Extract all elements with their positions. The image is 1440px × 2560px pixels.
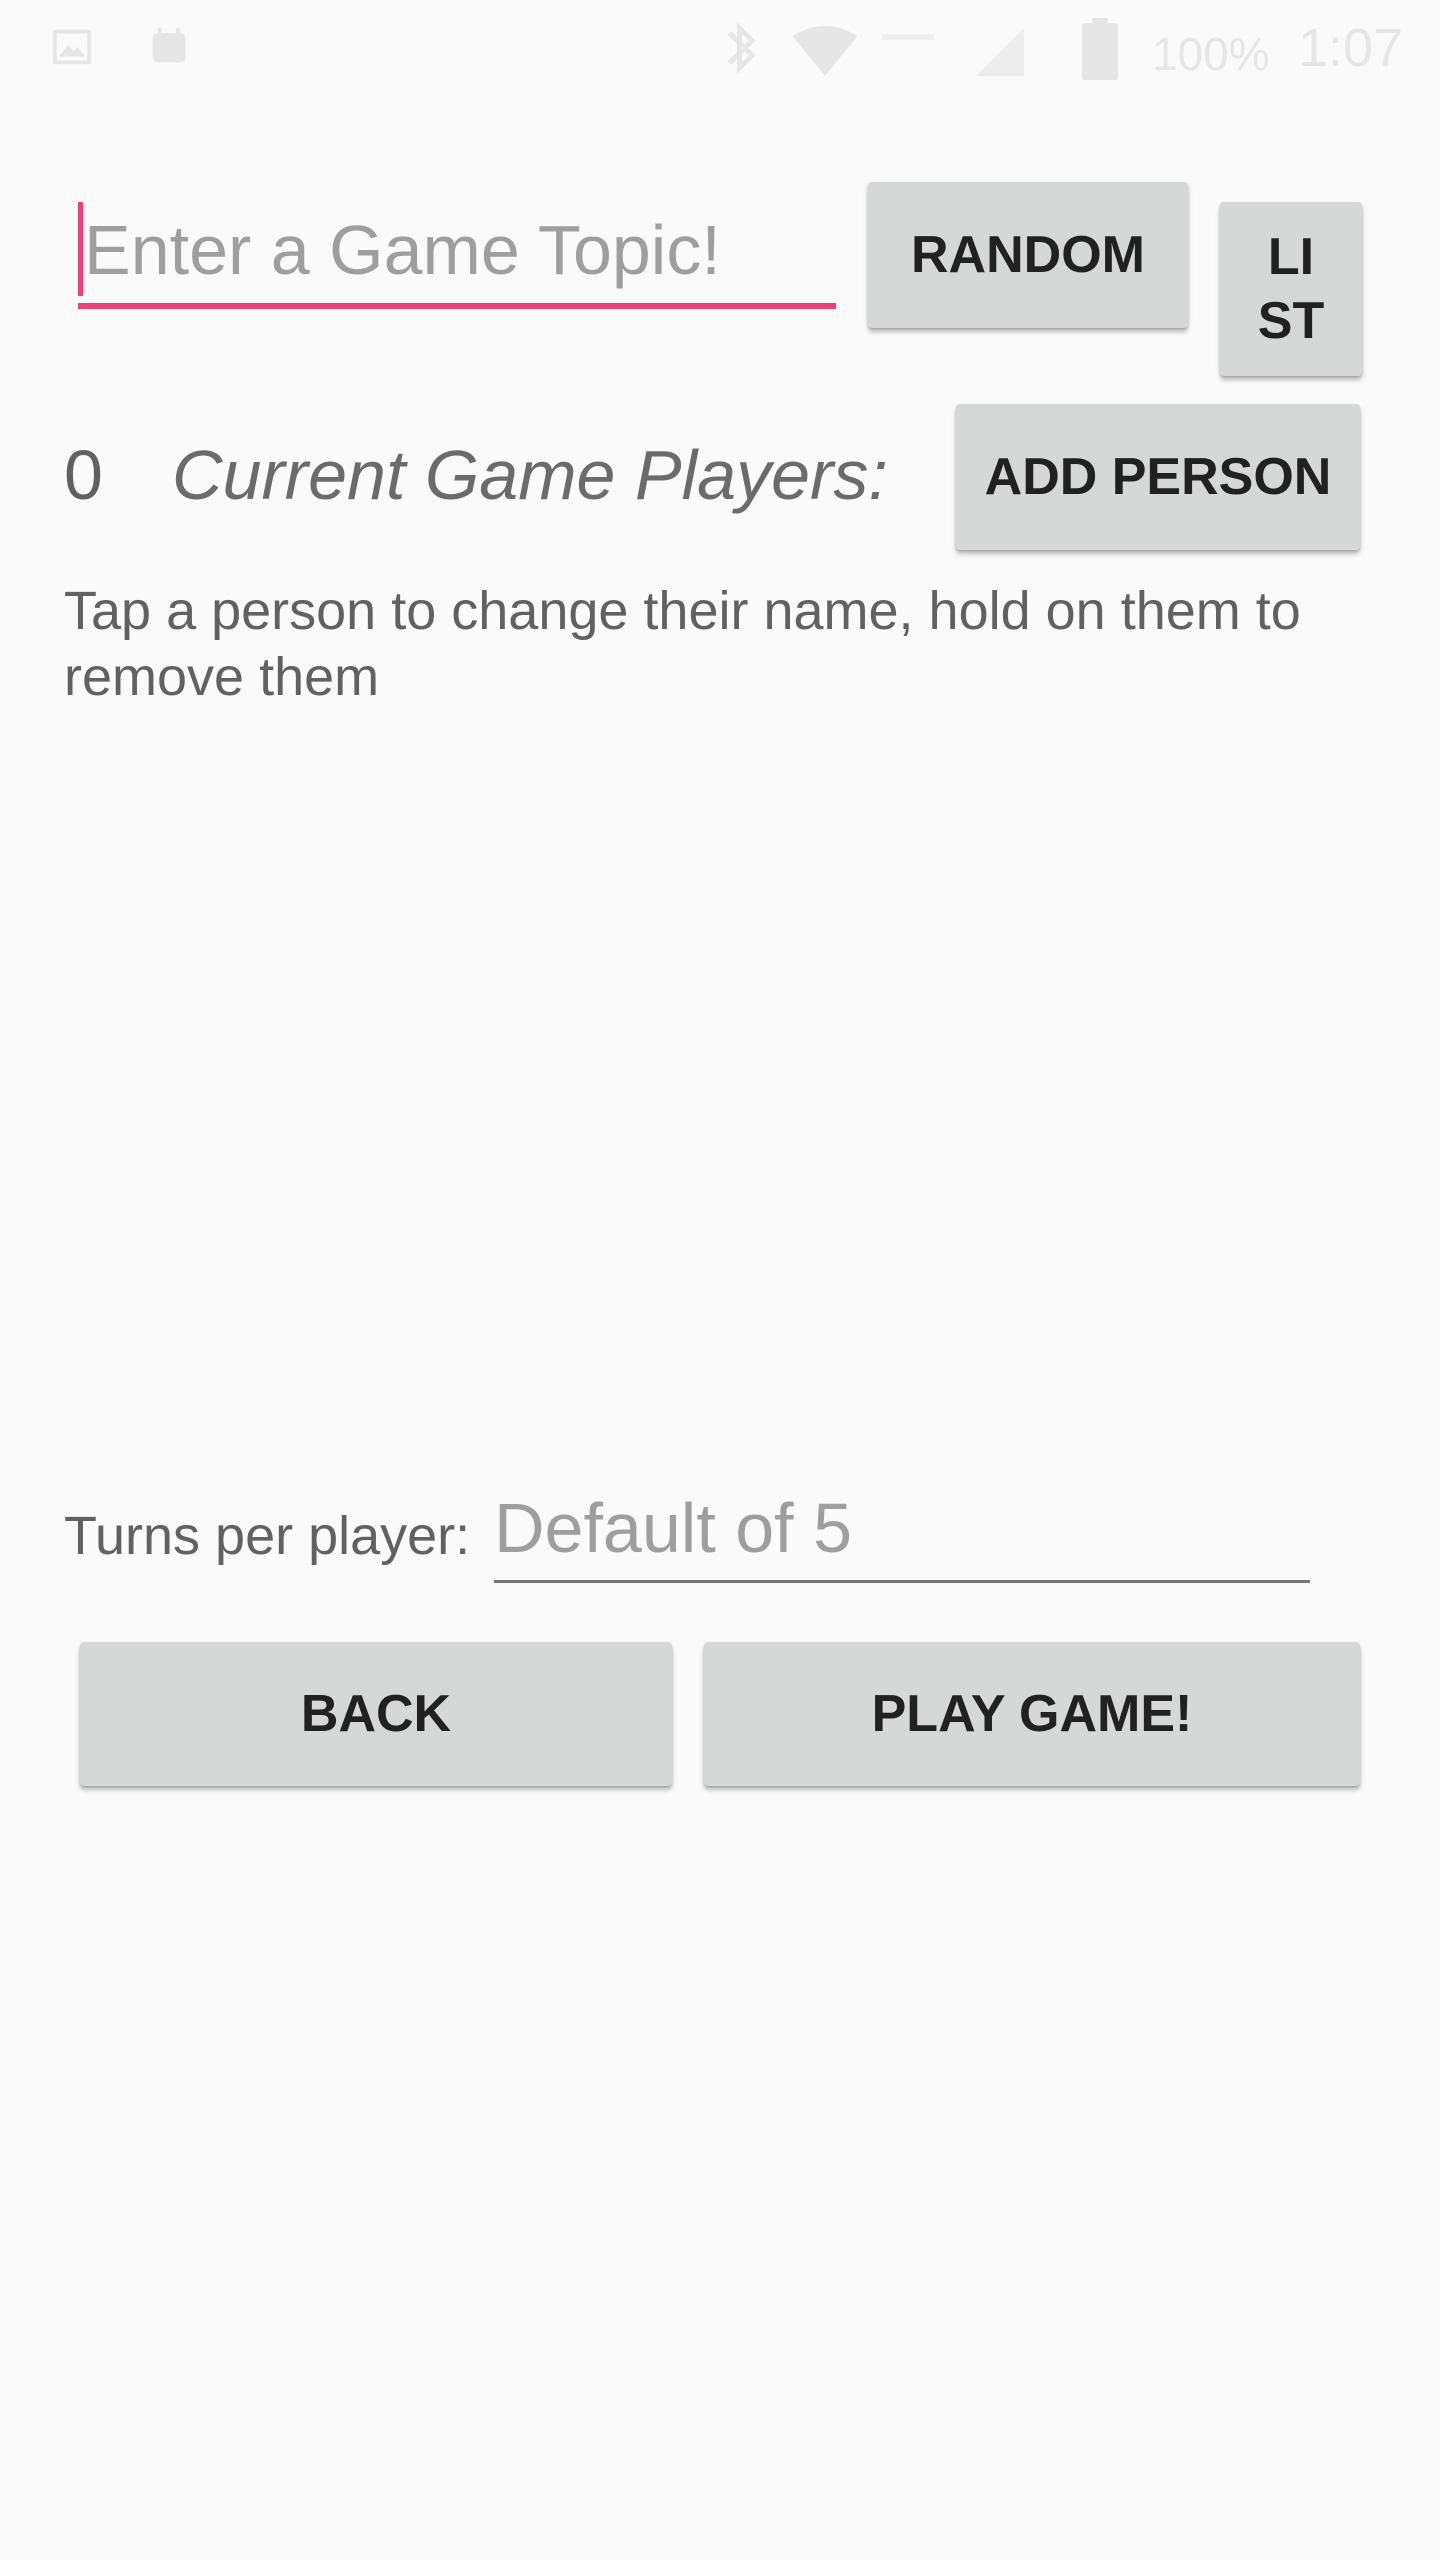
play-game-button[interactable]: PLAY GAME!: [704, 1642, 1360, 1786]
battery-percent: 100%: [1152, 28, 1270, 80]
gallery-icon: [52, 29, 92, 65]
status-bar: 100% 1:07: [0, 0, 1440, 96]
bluetooth-icon: [727, 21, 756, 75]
turns-field[interactable]: [494, 1478, 1310, 1586]
turns-label: Turns per player:: [64, 1506, 471, 1566]
text-cursor: [78, 202, 83, 296]
player-count: 0: [64, 436, 103, 514]
clock: 1:07: [1298, 18, 1404, 78]
topic-input[interactable]: [78, 196, 824, 304]
turns-underline: [494, 1580, 1310, 1583]
wifi-icon: [792, 26, 858, 76]
players-heading: Current Game Players:: [172, 436, 888, 514]
data-icon: [882, 34, 934, 40]
battery-icon: [1081, 18, 1119, 80]
topic-field[interactable]: [78, 196, 836, 312]
add-person-button[interactable]: ADD PERSON: [956, 404, 1360, 550]
topic-underline: [78, 303, 836, 309]
back-button[interactable]: BACK: [80, 1642, 672, 1786]
random-button[interactable]: RANDOM: [868, 182, 1188, 328]
turns-input[interactable]: [494, 1478, 1310, 1578]
list-button[interactable]: LI ST: [1220, 202, 1362, 376]
signal-icon: [976, 28, 1024, 76]
robot-icon: [152, 27, 186, 63]
instructions-text: Tap a person to change their name, hold …: [64, 581, 1301, 707]
